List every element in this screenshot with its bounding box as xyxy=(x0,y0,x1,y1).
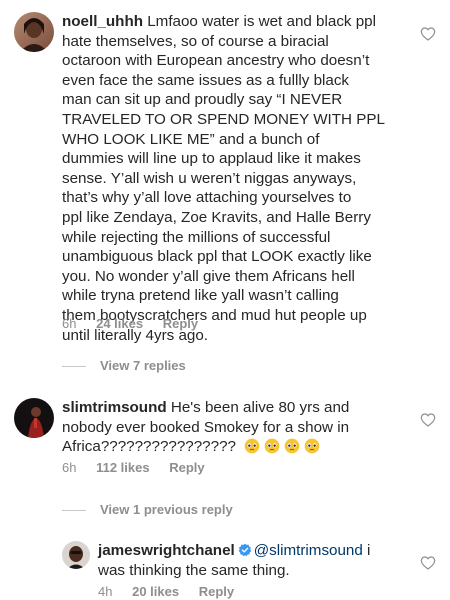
pleading-face-emoji xyxy=(284,438,300,454)
timestamp: 4h xyxy=(98,584,113,599)
reply-button[interactable]: Reply xyxy=(169,460,204,475)
username[interactable]: noell_uhhh xyxy=(62,13,143,30)
view-replies-button[interactable]: View 7 replies xyxy=(62,358,186,373)
username[interactable]: jameswrightchanel xyxy=(98,542,235,559)
comment-meta: 6h 112 likes Reply xyxy=(62,460,205,475)
avatar-noell_uhhh[interactable] xyxy=(14,12,54,52)
heart-outline-icon[interactable] xyxy=(420,412,436,428)
heart-outline-icon[interactable] xyxy=(420,555,436,571)
username[interactable]: slimtrimsound xyxy=(62,399,167,416)
comment-text: jameswrightchanel @slimtrimsound i was th… xyxy=(98,542,371,579)
likes-count[interactable]: 112 likes xyxy=(96,460,150,475)
comment-noell_uhhh: noell_uhhh Lmfaoo water is wet and black… xyxy=(0,0,450,373)
comment-text: noell_uhhh Lmfaoo water is wet and black… xyxy=(62,13,385,344)
likes-count[interactable]: 20 likes xyxy=(132,584,179,599)
comment-meta: 6h 24 likes Reply xyxy=(62,316,198,331)
replies-divider xyxy=(62,366,86,368)
avatar-slimtrimsound[interactable] xyxy=(14,398,54,438)
likes-count[interactable]: 24 likes xyxy=(96,316,143,331)
reply-button[interactable]: Reply xyxy=(199,584,234,599)
pleading-face-emoji xyxy=(264,438,280,454)
view-previous-reply-button[interactable]: View 1 previous reply xyxy=(62,502,233,517)
pleading-face-emoji xyxy=(244,438,260,454)
comment-text: slimtrimsound He's been alive 80 yrs and… xyxy=(62,399,350,456)
reply-button[interactable]: Reply xyxy=(163,316,198,331)
comment-meta: 4h 20 likes Reply xyxy=(98,584,234,599)
avatar-jameswrightchanel[interactable] xyxy=(62,541,90,569)
pleading-face-emoji xyxy=(304,438,320,454)
verified-badge-icon xyxy=(238,543,251,557)
emoji-group xyxy=(236,438,320,455)
replies-divider xyxy=(62,510,86,512)
timestamp: 6h xyxy=(62,316,77,331)
heart-outline-icon[interactable] xyxy=(420,26,436,42)
timestamp: 6h xyxy=(62,460,77,475)
mention-link[interactable]: @slimtrimsound xyxy=(254,542,363,559)
